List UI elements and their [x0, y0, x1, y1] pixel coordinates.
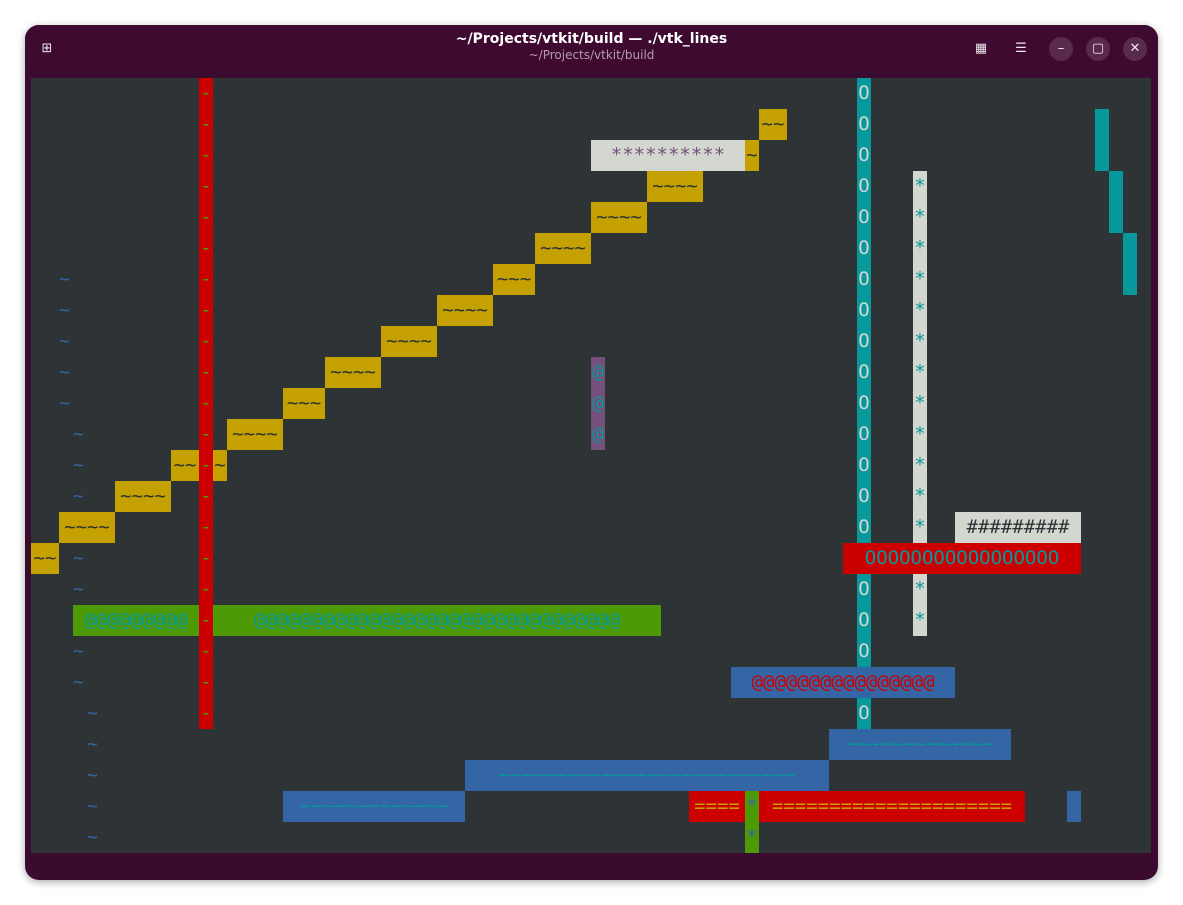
blue-tilde-char: ~ [73, 486, 84, 507]
yellow-tilde-4: ~~~~ [437, 295, 493, 326]
blue-tilde-char: ~ [73, 641, 84, 662]
white-hashes: ######### [955, 512, 1081, 543]
red-eq-right: ===================== [759, 791, 1025, 822]
blue-tilde-a: ~~~~~~~~~~~~~ [829, 729, 1011, 760]
cyan-block-1 [1109, 171, 1123, 233]
blue-tilde-char: ~ [87, 734, 98, 755]
red-eq-left: ==== [689, 791, 745, 822]
cyan-block-2 [1123, 233, 1137, 295]
blue-tilde-c: ~~~~~~~~~~~~~ [283, 791, 465, 822]
red-bar-dashes: - - - - - - - - - - - - - - - - - - - - … [199, 78, 213, 729]
yellow-tilde-single: ~ [213, 450, 227, 481]
minimize-button[interactable]: – [1049, 37, 1073, 61]
yellow-tilde-single: ~ [745, 140, 759, 171]
cyan-block-0 [1095, 109, 1109, 171]
yellow-tilde-4: ~~~~ [325, 357, 381, 388]
blue-tilde-char: ~ [73, 424, 84, 445]
close-button[interactable]: ✕ [1123, 37, 1147, 61]
yellow-tilde-4: ~~~~ [535, 233, 591, 264]
green-star: * * [745, 791, 759, 853]
white-stars-top: ********** [591, 140, 745, 171]
yellow-tilde: ~~ [759, 109, 787, 140]
blue-tilde-char: ~ [59, 269, 70, 290]
green-at-left: @@@@@@@@@ [73, 605, 199, 636]
yellow-tilde-4: ~~~~ [591, 202, 647, 233]
yellow-tilde-3: ~~~ [283, 388, 325, 419]
blue-tilde-char: ~ [87, 827, 98, 848]
blue-at-row: @@@@@@@@@@@@@@@@ [731, 667, 955, 698]
green-at-right: @@@@@@@@@@@@@@@@@@@@@@@@@@@@@@@@ [213, 605, 661, 636]
yellow-tilde: ~~ [31, 543, 59, 574]
blue-tilde-char: ~ [59, 362, 70, 383]
hamburger-menu-button[interactable]: ☰ [1009, 37, 1033, 61]
view-grid-button[interactable]: ▦ [969, 37, 993, 61]
blue-tilde-char: ~ [73, 579, 84, 600]
blue-tilde-char: ~ [87, 796, 98, 817]
maximize-button[interactable]: ▢ [1086, 37, 1110, 61]
blue-tilde-char: ~ [73, 672, 84, 693]
yellow-tilde-3: ~~~ [493, 264, 535, 295]
yellow-tilde-4: ~~~~ [59, 512, 115, 543]
terminal-screen[interactable]: - - - - - - - - - - - - - - - - - - - - … [31, 78, 1151, 853]
blue-block-small [1067, 791, 1081, 822]
blue-tilde-char: ~ [59, 331, 70, 352]
cyan-o: O O O O O O O O O O O O O O O O O O O O … [857, 78, 871, 729]
yellow-tilde-4: ~~~~ [381, 326, 437, 357]
yellow-tilde-4: ~~~~ [227, 419, 283, 450]
blue-tilde-char: ~ [73, 455, 84, 476]
blue-tilde-char: ~ [59, 393, 70, 414]
title-bar[interactable]: ⊞ ~/Projects/vtkit/build — ./vtk_lines ~… [25, 25, 1158, 71]
yellow-tilde-4: ~~~~ [647, 171, 703, 202]
yellow-tilde: ~~ [171, 450, 199, 481]
red-o-row: OOOOOOOOOOOOOOOOO [843, 543, 1081, 574]
blue-tilde-char: ~ [87, 765, 98, 786]
blue-tilde-char: ~ [59, 300, 70, 321]
terminal-window: ⊞ ~/Projects/vtkit/build — ./vtk_lines ~… [25, 25, 1158, 880]
magenta-at: @ @ @ [591, 357, 605, 450]
blue-tilde-char: ~ [73, 548, 84, 569]
blue-tilde-char: ~ [87, 703, 98, 724]
blue-tilde-b: ~~~~~~~~~~~~~~~~~~~~~~~~~~ [465, 760, 829, 791]
yellow-tilde-4: ~~~~ [115, 481, 171, 512]
